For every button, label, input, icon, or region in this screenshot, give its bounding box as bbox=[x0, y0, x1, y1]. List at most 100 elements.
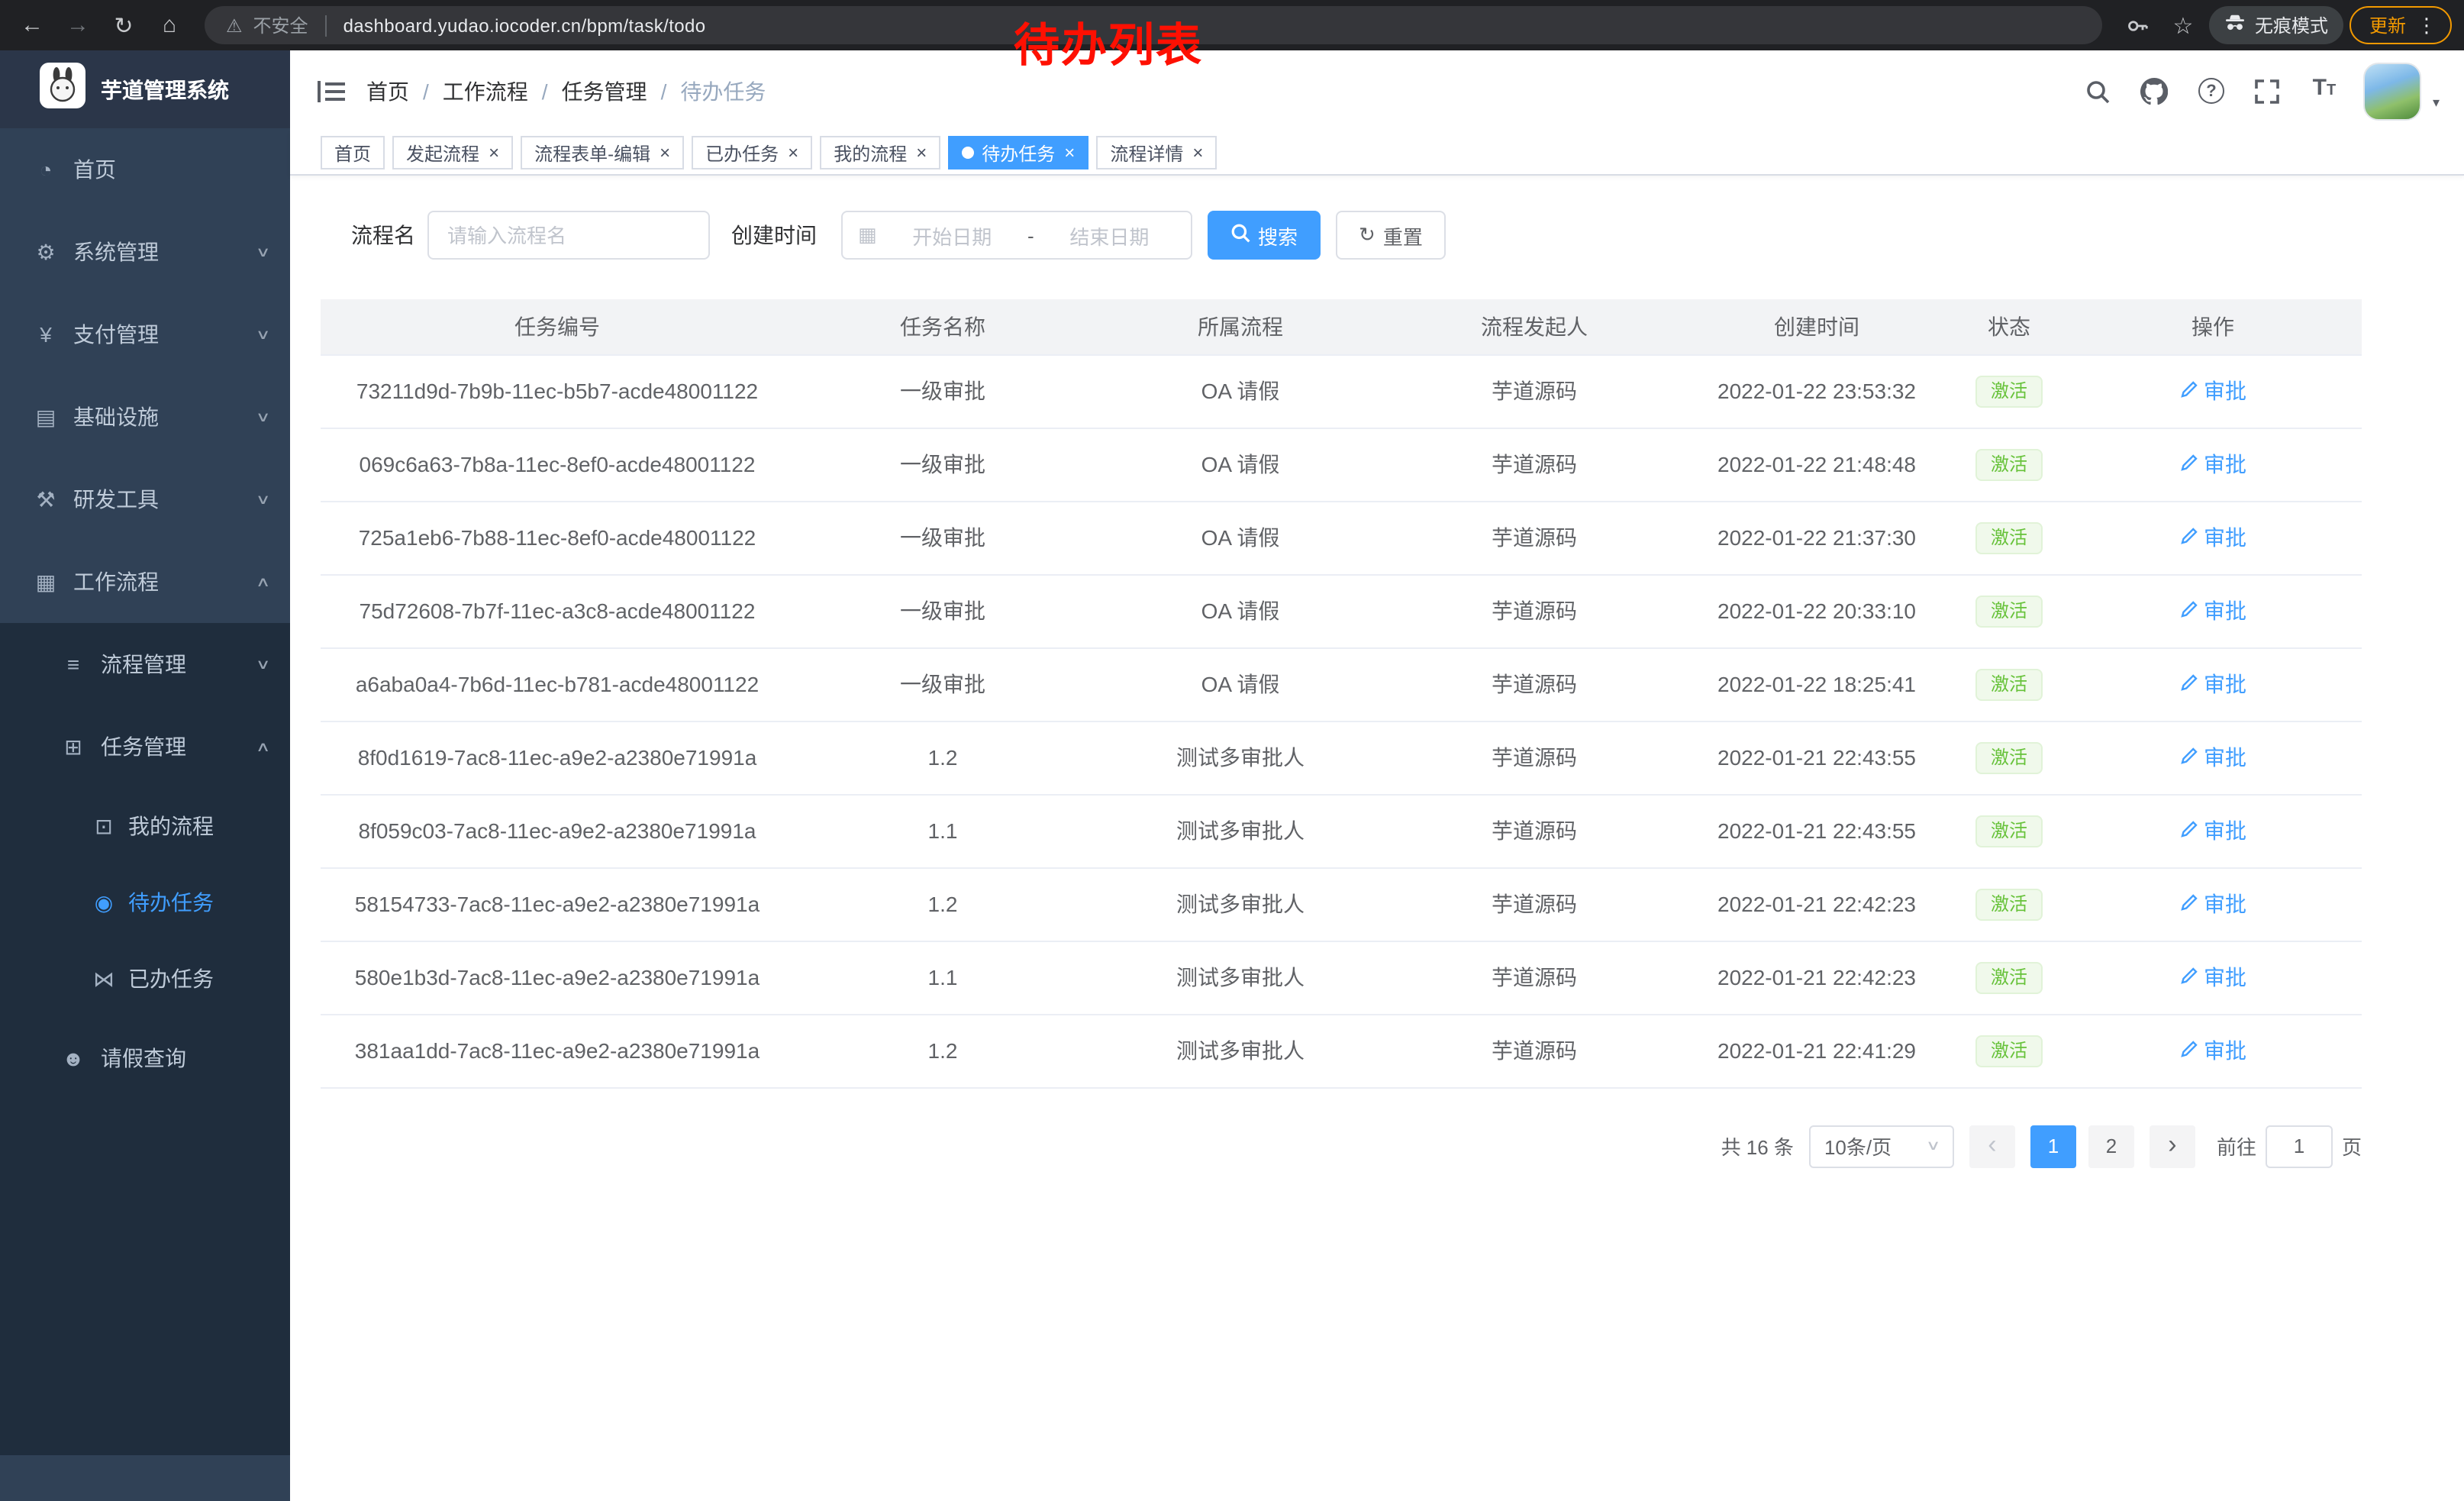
page-size-value: 10条/页 bbox=[1824, 1131, 1892, 1160]
close-tab-icon[interactable]: × bbox=[660, 144, 670, 162]
cell-name: 一级审批 bbox=[794, 428, 1092, 501]
font-size-icon[interactable]: TT bbox=[2308, 74, 2341, 108]
cell-process-text: 测试多审批人 bbox=[1176, 1038, 1305, 1063]
close-tab-icon[interactable]: × bbox=[1192, 144, 1203, 162]
goto-unit: 页 bbox=[2342, 1131, 2362, 1160]
breadcrumb-item[interactable]: 任务管理 bbox=[562, 76, 647, 106]
approve-button[interactable]: 审批 bbox=[2179, 522, 2246, 553]
cell-created-text: 2022-01-22 21:48:48 bbox=[1717, 452, 1916, 476]
key-icon[interactable] bbox=[2117, 5, 2157, 45]
sidebar-item-done-tasks[interactable]: ⋈已办任务 bbox=[0, 941, 290, 1017]
cell-id: 381aa1dd-7ac8-11ec-a9e2-a2380e71991a bbox=[321, 1014, 794, 1087]
end-date-placeholder[interactable]: 结束日期 bbox=[1043, 221, 1176, 250]
star-icon[interactable]: ☆ bbox=[2163, 5, 2203, 45]
tab-process-detail[interactable]: 流程详情× bbox=[1096, 136, 1217, 169]
cell-status: 激活 bbox=[1954, 354, 2064, 428]
range-separator: - bbox=[1027, 224, 1034, 247]
column-header: 流程发起人 bbox=[1389, 299, 1679, 354]
cell-initiator: 芋道源码 bbox=[1389, 574, 1679, 647]
page-button-2[interactable]: 2 bbox=[2088, 1125, 2134, 1167]
tab-process-form-edit[interactable]: 流程表单-编辑× bbox=[521, 136, 684, 169]
cell-action: 审批 bbox=[2064, 1014, 2362, 1087]
cell-name: 1.1 bbox=[794, 941, 1092, 1014]
sidebar-toggle-icon[interactable] bbox=[318, 79, 345, 103]
close-tab-icon[interactable]: × bbox=[916, 144, 927, 162]
cell-process-text: OA 请假 bbox=[1201, 672, 1280, 696]
tab-done-tasks[interactable]: 已办任务× bbox=[692, 136, 812, 169]
prev-page-button[interactable]: ‹ bbox=[1969, 1125, 2015, 1167]
process-name-input[interactable] bbox=[427, 211, 710, 260]
approve-button[interactable]: 审批 bbox=[2179, 815, 2246, 846]
approve-button[interactable]: 审批 bbox=[2179, 376, 2246, 406]
status-badge: 激活 bbox=[1975, 375, 2043, 407]
fullscreen-icon[interactable] bbox=[2251, 74, 2285, 108]
cell-name: 1.2 bbox=[794, 867, 1092, 941]
cell-initiator: 芋道源码 bbox=[1389, 721, 1679, 794]
cell-name-text: 一级审批 bbox=[900, 379, 985, 403]
home-icon[interactable]: ⌂ bbox=[150, 5, 189, 45]
cell-status: 激活 bbox=[1954, 721, 2064, 794]
close-tab-icon[interactable]: × bbox=[489, 144, 499, 162]
goto-page-input[interactable] bbox=[2266, 1125, 2333, 1167]
sidebar-item-system-management[interactable]: ⚙系统管理∨ bbox=[0, 211, 290, 293]
cell-action: 审批 bbox=[2064, 647, 2362, 721]
start-date-placeholder[interactable]: 开始日期 bbox=[886, 221, 1018, 250]
reset-button[interactable]: ↻ 重置 bbox=[1336, 211, 1446, 260]
approve-button[interactable]: 审批 bbox=[2179, 449, 2246, 479]
cell-id-text: 8f059c03-7ac8-11ec-a9e2-a2380e71991a bbox=[358, 818, 756, 843]
page-button-1[interactable]: 1 bbox=[2030, 1125, 2076, 1167]
approve-button[interactable]: 审批 bbox=[2179, 1035, 2246, 1066]
sidebar-item-workflow[interactable]: ▦工作流程∧ bbox=[0, 541, 290, 623]
close-tab-icon[interactable]: × bbox=[788, 144, 798, 162]
approve-button[interactable]: 审批 bbox=[2179, 669, 2246, 699]
page-size-select[interactable]: 10条/页 ∨ bbox=[1809, 1125, 1954, 1167]
close-tab-icon[interactable]: × bbox=[1064, 144, 1075, 162]
sidebar-item-dev-tools[interactable]: ⚒研发工具∨ bbox=[0, 458, 290, 541]
tab-home[interactable]: 首页 bbox=[321, 136, 385, 169]
next-page-button[interactable]: › bbox=[2150, 1125, 2195, 1167]
edit-icon bbox=[2179, 1038, 2198, 1063]
cell-name-text: 1.2 bbox=[928, 892, 958, 916]
cell-created-text: 2022-01-21 22:43:55 bbox=[1717, 745, 1916, 770]
table-row: 381aa1dd-7ac8-11ec-a9e2-a2380e71991a1.2测… bbox=[321, 1014, 2362, 1087]
app-logo[interactable]: 芋道管理系统 bbox=[0, 50, 290, 128]
cell-created-text: 2022-01-21 22:43:55 bbox=[1717, 818, 1916, 843]
browser-chrome: ← → ↻ ⌂ ⚠ 不安全 dashboard.yudao.iocoder.cn… bbox=[0, 0, 2464, 50]
search-icon[interactable] bbox=[2082, 74, 2115, 108]
sidebar-item-payment-management[interactable]: ¥支付管理∨ bbox=[0, 293, 290, 376]
tab-todo-tasks[interactable]: 待办任务× bbox=[948, 136, 1088, 169]
update-button[interactable]: 更新 ⋮ bbox=[2350, 6, 2452, 44]
github-icon[interactable] bbox=[2138, 74, 2172, 108]
breadcrumb-item[interactable]: 首页 bbox=[366, 76, 409, 106]
cell-name-text: 一级审批 bbox=[900, 672, 985, 696]
sidebar-item-todo-tasks[interactable]: ◉待办任务 bbox=[0, 864, 290, 941]
avatar[interactable] bbox=[2364, 62, 2422, 120]
breadcrumb-item[interactable]: 工作流程 bbox=[443, 76, 528, 106]
sidebar-item-leave-query[interactable]: ☻请假查询 bbox=[0, 1017, 290, 1099]
cell-created: 2022-01-22 20:33:10 bbox=[1679, 574, 1954, 647]
cell-name-text: 1.1 bbox=[928, 965, 958, 989]
date-range-picker[interactable]: ▦ 开始日期 - 结束日期 bbox=[841, 211, 1192, 260]
forward-icon[interactable]: → bbox=[58, 5, 98, 45]
approve-button[interactable]: 审批 bbox=[2179, 596, 2246, 626]
approve-button[interactable]: 审批 bbox=[2179, 962, 2246, 993]
tab-my-process[interactable]: 我的流程× bbox=[820, 136, 940, 169]
approve-button[interactable]: 审批 bbox=[2179, 742, 2246, 773]
browser-menu-icon[interactable]: ⋮ bbox=[2417, 13, 2437, 37]
edit-icon bbox=[2179, 892, 2198, 916]
refresh-icon[interactable]: ↻ bbox=[104, 5, 144, 45]
sidebar-item-infrastructure[interactable]: ▤基础设施∨ bbox=[0, 376, 290, 458]
sidebar-item-task-management[interactable]: ⊞任务管理∧ bbox=[0, 705, 290, 788]
sidebar-item-home[interactable]: ◔首页 bbox=[0, 128, 290, 211]
table-row: 725a1eb6-7b88-11ec-8ef0-acde48001122一级审批… bbox=[321, 501, 2362, 574]
tab-initiate-process[interactable]: 发起流程× bbox=[392, 136, 513, 169]
search-button[interactable]: 搜索 bbox=[1208, 211, 1321, 260]
approve-button[interactable]: 审批 bbox=[2179, 889, 2246, 919]
sidebar-item-process-management[interactable]: ≡流程管理∨ bbox=[0, 623, 290, 705]
avatar-caret-icon[interactable]: ▾ bbox=[2433, 94, 2440, 120]
help-icon[interactable]: ? bbox=[2195, 74, 2228, 108]
cell-id-text: 725a1eb6-7b88-11ec-8ef0-acde48001122 bbox=[359, 525, 756, 550]
sidebar-item-my-process[interactable]: ⊡我的流程 bbox=[0, 788, 290, 864]
cell-process: OA 请假 bbox=[1092, 428, 1389, 501]
back-icon[interactable]: ← bbox=[12, 5, 52, 45]
